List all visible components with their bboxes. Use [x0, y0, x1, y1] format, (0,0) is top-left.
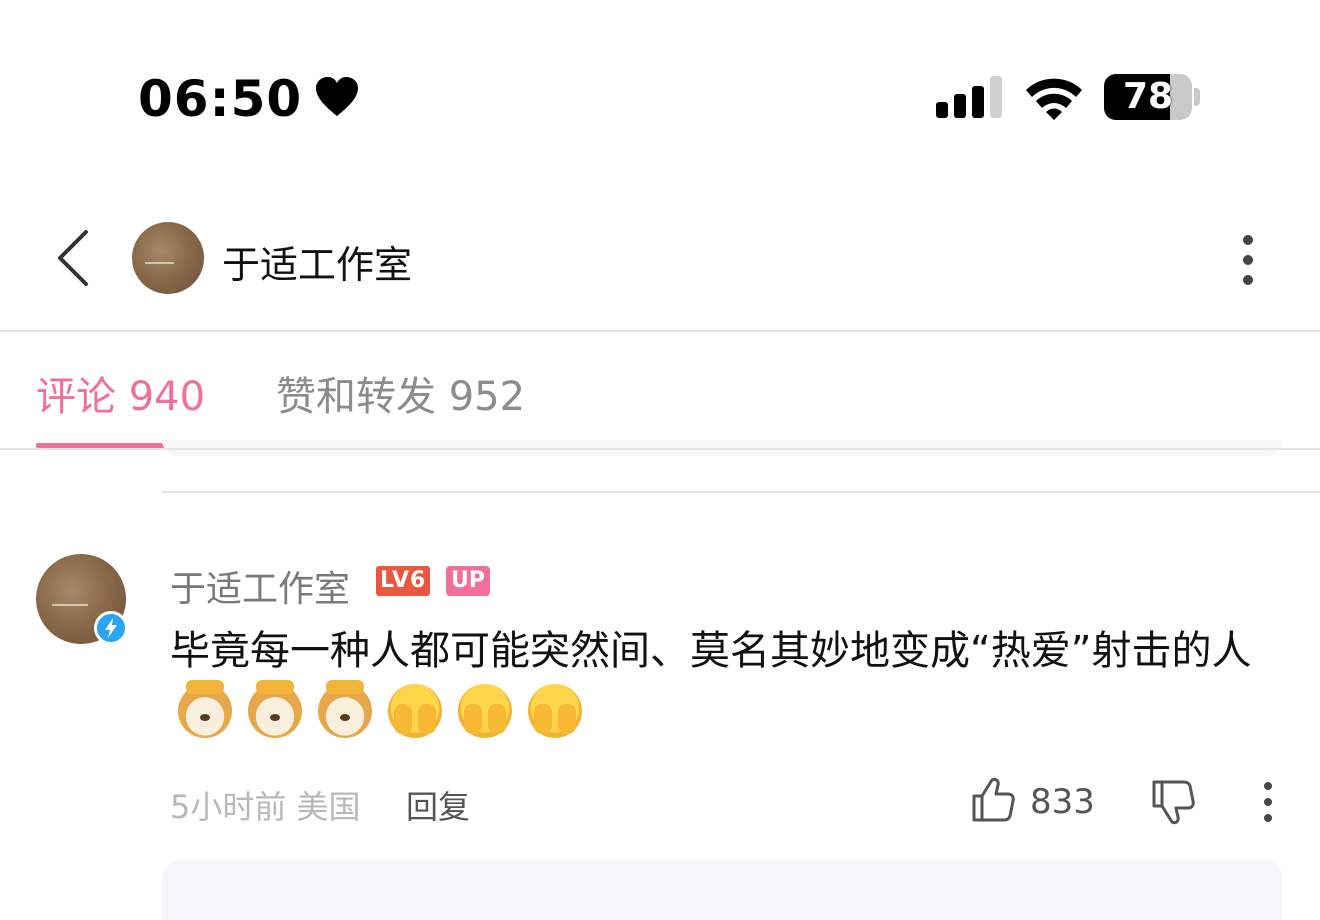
doge-emoji-icon — [318, 680, 372, 738]
comment-author[interactable]: 于适工作室 — [170, 560, 350, 612]
like-count: 833 — [1030, 782, 1095, 822]
verified-lightning-icon — [94, 611, 128, 645]
battery-level-text: 78 — [1122, 76, 1174, 117]
status-time: 06:50 — [138, 70, 303, 128]
signal-icon — [936, 76, 1002, 118]
heart-icon — [316, 77, 358, 116]
battery-icon: 78 — [1104, 74, 1200, 120]
facepalm-emoji-icon — [458, 684, 512, 738]
wifi-icon — [1026, 78, 1082, 120]
thumbs-up-icon[interactable] — [970, 776, 1016, 824]
page-title[interactable]: 于适工作室 — [222, 234, 412, 289]
comment-body[interactable]: 毕竟每一种人都可能突然间、莫名其妙地变成“热爱”射击的人 — [170, 620, 1290, 744]
facepalm-emoji-icon — [388, 684, 442, 738]
comment-time-location: 5小时前 美国 — [170, 788, 361, 826]
facepalm-emoji-icon — [528, 684, 582, 738]
comment-divider — [162, 491, 1320, 493]
reply-thread-card[interactable] — [162, 860, 1282, 920]
back-icon[interactable] — [54, 228, 94, 288]
tab-comments[interactable]: 评论 940 — [36, 364, 205, 422]
header-avatar[interactable] — [132, 222, 204, 294]
comment-text: 毕竟每一种人都可能突然间、莫名其妙地变成“热爱”射击的人 — [170, 628, 1252, 674]
up-badge: UP — [446, 566, 490, 596]
doge-emoji-icon — [248, 680, 302, 738]
thumbs-down-icon[interactable] — [1150, 778, 1196, 826]
more-icon[interactable] — [1256, 780, 1280, 824]
reply-button[interactable]: 回复 — [406, 782, 470, 828]
header-divider — [0, 330, 1320, 332]
more-icon[interactable] — [1236, 230, 1260, 290]
doge-emoji-icon — [178, 680, 232, 738]
tab-likes-reposts[interactable]: 赞和转发 952 — [276, 364, 525, 422]
level-badge: LV6 — [376, 566, 431, 596]
tabs-divider — [0, 448, 1320, 450]
